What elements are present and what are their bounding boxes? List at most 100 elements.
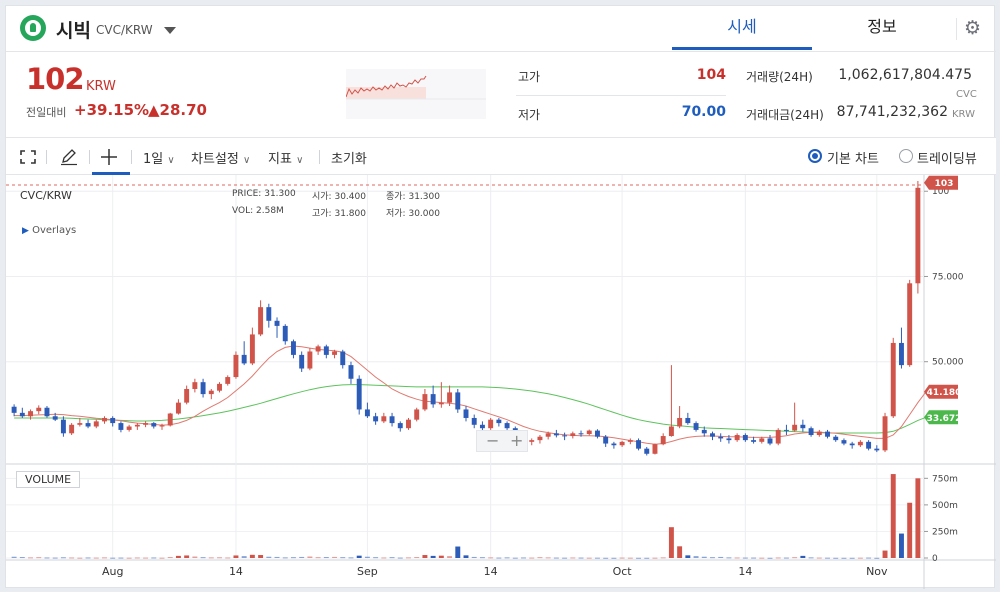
change-amount: ▲28.70 bbox=[148, 101, 207, 119]
candle-body bbox=[710, 433, 715, 437]
volume-tick-label: 500m bbox=[932, 501, 958, 511]
volume-bar bbox=[562, 557, 568, 559]
time-tick-label: 14 bbox=[484, 565, 498, 578]
candle-body bbox=[60, 419, 66, 434]
candle-body bbox=[249, 334, 255, 364]
volume-bar bbox=[208, 557, 214, 559]
volume-bar bbox=[77, 557, 83, 559]
candle-body bbox=[175, 402, 181, 414]
volume-bar bbox=[611, 557, 617, 559]
price-chart[interactable]: 100 75.000 50.000 750m 500m 250m 0 Aug 14 Sep 14 Oc… bbox=[6, 175, 996, 589]
crosshair-icon[interactable] bbox=[101, 149, 117, 165]
chart-settings-dropdown[interactable]: 차트설정 ∨ bbox=[191, 148, 250, 167]
basic-chart-radio[interactable] bbox=[808, 149, 822, 163]
volume-bar bbox=[159, 557, 165, 559]
candle-body bbox=[159, 425, 165, 427]
volume-bar bbox=[537, 557, 543, 559]
stat-divider bbox=[516, 95, 726, 96]
gear-icon[interactable]: ⚙ bbox=[964, 18, 981, 38]
candle-body bbox=[110, 417, 116, 424]
candle-body bbox=[323, 346, 329, 355]
volume-bar bbox=[710, 557, 715, 559]
zoom-out-button[interactable]: − bbox=[486, 431, 499, 450]
volume-bar bbox=[479, 557, 485, 559]
volume-bar bbox=[241, 556, 247, 558]
candle-body bbox=[397, 423, 403, 429]
volume-bar bbox=[685, 555, 691, 558]
basic-chart-label[interactable]: 기본 차트 bbox=[827, 148, 879, 167]
volume-bar bbox=[422, 555, 428, 558]
volume-bar bbox=[866, 557, 872, 559]
reset-button[interactable]: 초기화 bbox=[331, 148, 367, 167]
legend-volume: VOL: 2.58M bbox=[232, 206, 284, 216]
candle-body bbox=[11, 406, 17, 413]
volume-bar bbox=[726, 557, 732, 559]
candle-body bbox=[907, 283, 913, 366]
volume-bar bbox=[488, 557, 494, 559]
candle-body bbox=[389, 416, 395, 424]
tradingview-label[interactable]: 트레이딩뷰 bbox=[917, 148, 977, 167]
zoom-in-button[interactable]: + bbox=[510, 431, 523, 450]
interval-dropdown[interactable]: 1일 ∨ bbox=[143, 148, 175, 167]
volume-bar bbox=[332, 556, 338, 558]
volume-bar bbox=[668, 527, 674, 558]
candle-body bbox=[594, 430, 600, 437]
candle-body bbox=[134, 424, 140, 427]
ma-red-label: 41.180 bbox=[927, 388, 962, 398]
candle-body bbox=[315, 346, 321, 352]
volume-bar bbox=[266, 556, 272, 558]
indicators-label: 지표 bbox=[268, 152, 292, 167]
high-label: 고가 bbox=[518, 70, 541, 84]
price-unit: KRW bbox=[86, 79, 116, 94]
amount-unit: KRW bbox=[952, 109, 975, 120]
pencil-icon[interactable] bbox=[60, 148, 78, 166]
volume-bar bbox=[767, 557, 773, 559]
fullscreen-icon[interactable] bbox=[20, 150, 36, 164]
volume-bar bbox=[857, 557, 863, 559]
coin-pair: CVC/KRW bbox=[96, 23, 153, 37]
sparkline bbox=[346, 69, 486, 119]
candlestick-chart-svg[interactable]: 10075.00050.000750m500m250m0Aug 14 Sep 14 Oc… bbox=[6, 175, 996, 589]
volume-bar bbox=[225, 557, 231, 559]
volume-bar bbox=[874, 557, 880, 559]
candle-body bbox=[348, 365, 354, 379]
candle-body bbox=[644, 448, 650, 454]
tradingview-radio[interactable] bbox=[899, 149, 913, 163]
time-tick-label: Sep bbox=[357, 565, 378, 578]
tab-info[interactable]: 정보 bbox=[812, 6, 952, 50]
candle-body bbox=[800, 424, 806, 429]
candle-body bbox=[167, 413, 173, 426]
low-label: 저가 bbox=[518, 108, 541, 122]
candle-body bbox=[529, 440, 535, 442]
volume-bar bbox=[578, 557, 584, 559]
volume-bar bbox=[118, 557, 124, 559]
candle-body bbox=[340, 351, 346, 366]
volume-bar bbox=[151, 557, 157, 559]
candle-body bbox=[693, 423, 699, 430]
candle-body bbox=[200, 382, 206, 395]
volume-bar bbox=[783, 557, 789, 559]
volume-bar bbox=[192, 556, 198, 558]
time-tick-label: Aug bbox=[102, 565, 123, 578]
tab-price[interactable]: 시세 bbox=[672, 6, 812, 50]
volume-bar bbox=[11, 556, 17, 558]
volume-bar bbox=[775, 557, 781, 559]
volume-bar bbox=[751, 557, 757, 559]
indicators-dropdown[interactable]: 지표 ∨ bbox=[268, 148, 303, 167]
candle-body bbox=[126, 426, 132, 430]
volume-bar bbox=[800, 555, 806, 558]
legend-price: PRICE: 31.300 bbox=[232, 189, 296, 199]
triangle-right-icon: ▶ bbox=[22, 226, 29, 236]
candle-body bbox=[619, 441, 625, 446]
overlays-toggle[interactable]: ▶ Overlays bbox=[22, 225, 76, 236]
candle-body bbox=[44, 407, 50, 417]
candle-body bbox=[479, 424, 485, 429]
volume-bar bbox=[52, 557, 58, 559]
candle-body bbox=[438, 402, 444, 405]
candle-body bbox=[627, 440, 633, 442]
volume-bar bbox=[307, 556, 313, 558]
volume-bar bbox=[414, 557, 420, 559]
toolbar-divider bbox=[46, 150, 47, 164]
chevron-down-icon[interactable] bbox=[164, 27, 176, 34]
volume-bar bbox=[323, 557, 329, 559]
